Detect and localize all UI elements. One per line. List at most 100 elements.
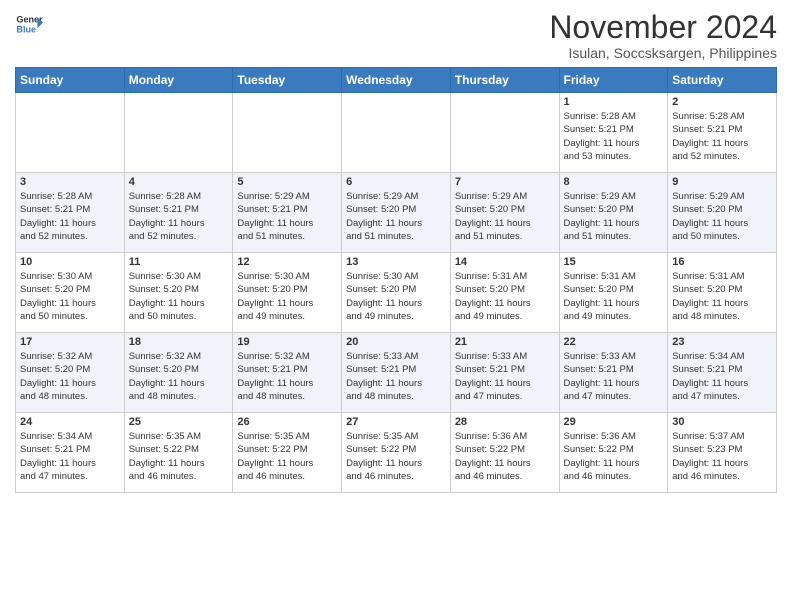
calendar-cell: 9 Sunrise: 5:29 AM Sunset: 5:20 PM Daylig…	[668, 173, 777, 253]
day-number: 30	[672, 416, 772, 428]
day-number: 25	[129, 416, 229, 428]
day-number: 9	[672, 176, 772, 188]
day-number: 23	[672, 336, 772, 348]
calendar-cell: 19 Sunrise: 5:32 AM Sunset: 5:21 PM Dayli…	[233, 333, 342, 413]
day-number: 19	[237, 336, 337, 348]
day-number: 10	[20, 256, 120, 268]
day-number: 7	[455, 176, 555, 188]
day-number: 17	[20, 336, 120, 348]
day-info: Sunrise: 5:31 AM Sunset: 5:20 PM Dayligh…	[564, 270, 664, 323]
day-info: Sunrise: 5:29 AM Sunset: 5:21 PM Dayligh…	[237, 190, 337, 243]
calendar-cell	[450, 93, 559, 173]
day-number: 20	[346, 336, 446, 348]
day-number: 18	[129, 336, 229, 348]
day-number: 4	[129, 176, 229, 188]
day-info: Sunrise: 5:34 AM Sunset: 5:21 PM Dayligh…	[672, 350, 772, 403]
calendar-cell: 18 Sunrise: 5:32 AM Sunset: 5:20 PM Dayli…	[124, 333, 233, 413]
day-info: Sunrise: 5:35 AM Sunset: 5:22 PM Dayligh…	[346, 430, 446, 483]
day-number: 15	[564, 256, 664, 268]
day-info: Sunrise: 5:35 AM Sunset: 5:22 PM Dayligh…	[237, 430, 337, 483]
logo: General Blue	[15, 10, 43, 38]
weekday-header-friday: Friday	[559, 68, 668, 93]
calendar-cell: 2 Sunrise: 5:28 AM Sunset: 5:21 PM Daylig…	[668, 93, 777, 173]
day-number: 21	[455, 336, 555, 348]
day-info: Sunrise: 5:29 AM Sunset: 5:20 PM Dayligh…	[455, 190, 555, 243]
day-number: 13	[346, 256, 446, 268]
calendar-cell: 27 Sunrise: 5:35 AM Sunset: 5:22 PM Dayli…	[342, 413, 451, 493]
calendar-week-row: 3 Sunrise: 5:28 AM Sunset: 5:21 PM Daylig…	[16, 173, 777, 253]
location: Isulan, Soccsksargen, Philippines	[549, 45, 777, 61]
page-header: General Blue November 2024 Isulan, Soccs…	[15, 10, 777, 61]
day-number: 27	[346, 416, 446, 428]
calendar-cell: 11Sunrise: 5:30 AM Sunset: 5:20 PM Dayli…	[124, 253, 233, 333]
calendar-cell: 12 Sunrise: 5:30 AM Sunset: 5:20 PM Dayli…	[233, 253, 342, 333]
calendar-cell: 15 Sunrise: 5:31 AM Sunset: 5:20 PM Dayli…	[559, 253, 668, 333]
calendar-week-row: 10 Sunrise: 5:30 AM Sunset: 5:20 PM Dayli…	[16, 253, 777, 333]
svg-text:Blue: Blue	[16, 24, 36, 34]
calendar-cell: 29Sunrise: 5:36 AM Sunset: 5:22 PM Dayli…	[559, 413, 668, 493]
day-number: 24	[20, 416, 120, 428]
day-info: Sunrise: 5:32 AM Sunset: 5:21 PM Dayligh…	[237, 350, 337, 403]
day-info: Sunrise: 5:29 AM Sunset: 5:20 PM Dayligh…	[564, 190, 664, 243]
day-info: Sunrise: 5:37 AM Sunset: 5:23 PM Dayligh…	[672, 430, 772, 483]
calendar-cell: 8Sunrise: 5:29 AM Sunset: 5:20 PM Daylig…	[559, 173, 668, 253]
day-info: Sunrise: 5:32 AM Sunset: 5:20 PM Dayligh…	[20, 350, 120, 403]
calendar-week-row: 24 Sunrise: 5:34 AM Sunset: 5:21 PM Dayli…	[16, 413, 777, 493]
calendar-cell: 17 Sunrise: 5:32 AM Sunset: 5:20 PM Dayli…	[16, 333, 125, 413]
day-info: Sunrise: 5:36 AM Sunset: 5:22 PM Dayligh…	[455, 430, 555, 483]
day-info: Sunrise: 5:33 AM Sunset: 5:21 PM Dayligh…	[346, 350, 446, 403]
day-number: 14	[455, 256, 555, 268]
day-number: 26	[237, 416, 337, 428]
day-number: 6	[346, 176, 446, 188]
weekday-header-tuesday: Tuesday	[233, 68, 342, 93]
calendar-cell	[342, 93, 451, 173]
day-info: Sunrise: 5:28 AM Sunset: 5:21 PM Dayligh…	[564, 110, 664, 163]
day-number: 22	[564, 336, 664, 348]
day-number: 12	[237, 256, 337, 268]
calendar-cell: 28Sunrise: 5:36 AM Sunset: 5:22 PM Dayli…	[450, 413, 559, 493]
calendar-cell: 20 Sunrise: 5:33 AM Sunset: 5:21 PM Dayli…	[342, 333, 451, 413]
day-info: Sunrise: 5:35 AM Sunset: 5:22 PM Dayligh…	[129, 430, 229, 483]
calendar-cell: 23 Sunrise: 5:34 AM Sunset: 5:21 PM Dayli…	[668, 333, 777, 413]
calendar-cell: 25 Sunrise: 5:35 AM Sunset: 5:22 PM Dayli…	[124, 413, 233, 493]
calendar-week-row: 1 Sunrise: 5:28 AM Sunset: 5:21 PM Daylig…	[16, 93, 777, 173]
calendar-cell: 16Sunrise: 5:31 AM Sunset: 5:20 PM Dayli…	[668, 253, 777, 333]
weekday-header-thursday: Thursday	[450, 68, 559, 93]
calendar-cell: 21Sunrise: 5:33 AM Sunset: 5:21 PM Dayli…	[450, 333, 559, 413]
calendar-cell	[233, 93, 342, 173]
day-info: Sunrise: 5:34 AM Sunset: 5:21 PM Dayligh…	[20, 430, 120, 483]
calendar-cell	[16, 93, 125, 173]
calendar-week-row: 17 Sunrise: 5:32 AM Sunset: 5:20 PM Dayli…	[16, 333, 777, 413]
calendar-cell: 26 Sunrise: 5:35 AM Sunset: 5:22 PM Dayli…	[233, 413, 342, 493]
calendar-cell: 1 Sunrise: 5:28 AM Sunset: 5:21 PM Daylig…	[559, 93, 668, 173]
calendar-cell: 7 Sunrise: 5:29 AM Sunset: 5:20 PM Daylig…	[450, 173, 559, 253]
day-number: 1	[564, 96, 664, 108]
day-number: 5	[237, 176, 337, 188]
day-info: Sunrise: 5:31 AM Sunset: 5:20 PM Dayligh…	[455, 270, 555, 323]
weekday-header-row: SundayMondayTuesdayWednesdayThursdayFrid…	[16, 68, 777, 93]
calendar-cell: 14 Sunrise: 5:31 AM Sunset: 5:20 PM Dayli…	[450, 253, 559, 333]
day-info: Sunrise: 5:32 AM Sunset: 5:20 PM Dayligh…	[129, 350, 229, 403]
day-info: Sunrise: 5:30 AM Sunset: 5:20 PM Dayligh…	[346, 270, 446, 323]
calendar-cell: 4 Sunrise: 5:28 AM Sunset: 5:21 PM Daylig…	[124, 173, 233, 253]
weekday-header-wednesday: Wednesday	[342, 68, 451, 93]
day-info: Sunrise: 5:28 AM Sunset: 5:21 PM Dayligh…	[20, 190, 120, 243]
day-info: Sunrise: 5:29 AM Sunset: 5:20 PM Dayligh…	[346, 190, 446, 243]
weekday-header-saturday: Saturday	[668, 68, 777, 93]
day-number: 2	[672, 96, 772, 108]
calendar-cell: 13 Sunrise: 5:30 AM Sunset: 5:20 PM Dayli…	[342, 253, 451, 333]
weekday-header-sunday: Sunday	[16, 68, 125, 93]
month-title: November 2024	[549, 10, 777, 45]
day-info: Sunrise: 5:28 AM Sunset: 5:21 PM Dayligh…	[672, 110, 772, 163]
day-number: 29	[564, 416, 664, 428]
day-info: Sunrise: 5:33 AM Sunset: 5:21 PM Dayligh…	[564, 350, 664, 403]
day-number: 3	[20, 176, 120, 188]
day-info: Sunrise: 5:29 AM Sunset: 5:20 PM Dayligh…	[672, 190, 772, 243]
day-number: 16	[672, 256, 772, 268]
calendar-cell: 10Sunrise: 5:30 AM Sunset: 5:20 PM Dayli…	[16, 253, 125, 333]
logo-icon: General Blue	[15, 10, 43, 38]
calendar-cell: 22 Sunrise: 5:33 AM Sunset: 5:21 PM Dayli…	[559, 333, 668, 413]
day-info: Sunrise: 5:28 AM Sunset: 5:21 PM Dayligh…	[129, 190, 229, 243]
weekday-header-monday: Monday	[124, 68, 233, 93]
day-info: Sunrise: 5:30 AM Sunset: 5:20 PM Dayligh…	[237, 270, 337, 323]
